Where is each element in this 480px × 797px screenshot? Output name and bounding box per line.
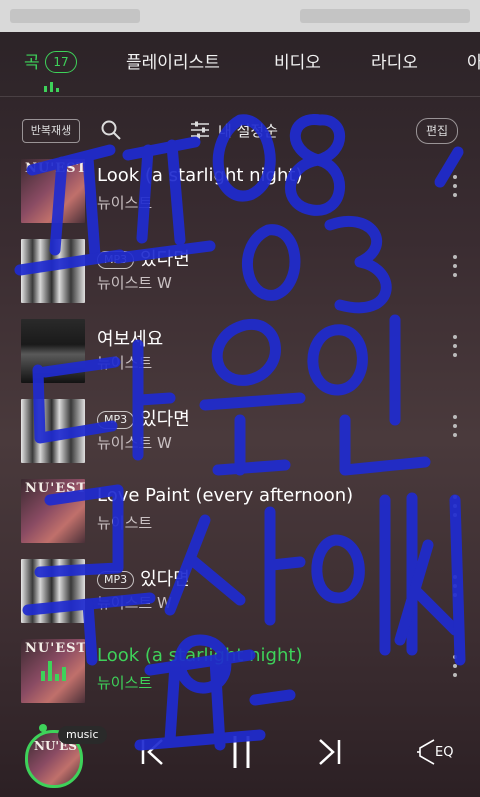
tab-playlists[interactable]: 플레이리스트 [126,48,220,73]
song-title: Look (a starlight night) [97,165,303,186]
album-art: NU'EST [21,159,85,223]
album-art [21,319,85,383]
music-chip: music [58,726,107,744]
song-row[interactable]: MP3 있다면 뉴이스트 W [0,392,480,472]
song-row-now-playing[interactable]: NU'EST Look (a starlight night) 뉴이스트 [0,632,480,712]
more-options-icon[interactable] [452,414,458,440]
mini-player: NU'EST music EQ [0,708,480,797]
song-count-badge: 17 [45,51,77,73]
sliders-icon [191,121,209,139]
status-bar [0,0,480,32]
song-row[interactable]: NU'EST Look (a starlight night) 뉴이스트 [0,152,480,232]
sort-settings-label: 내 설정순 [218,122,278,140]
song-artist: 뉴이스트 W [97,434,172,452]
more-options-icon[interactable] [452,174,458,200]
eq-button[interactable]: EQ [416,738,460,768]
more-options-icon[interactable] [452,574,458,600]
more-options-icon[interactable] [452,494,458,520]
song-artist: 뉴이스트 W [97,594,172,612]
song-title: Look (a starlight night) [97,645,303,666]
album-art: NU'EST [21,479,85,543]
eq-icon [417,739,435,765]
song-title: MP3 있다면 [97,565,190,591]
search-icon[interactable] [100,119,122,141]
album-art: NU'EST [21,639,85,703]
next-icon[interactable] [316,738,342,766]
play-pause-icon[interactable] [231,734,253,770]
song-row[interactable]: NU'EST Love Paint (every afternoon) 뉴이스트 [0,472,480,552]
tab-songs[interactable]: 곡 [24,48,40,73]
song-title: MP3 있다면 [97,405,190,431]
repeat-button[interactable]: 반복재생 [22,119,80,143]
eq-label: EQ [435,745,454,760]
mp3-badge: MP3 [97,411,135,429]
tab-bar: 곡 17 플레이리스트 비디오 라디오 아 [0,32,480,97]
song-row[interactable]: MP3 있다면 뉴이스트 W [0,232,480,312]
song-artist: 뉴이스트 [97,514,153,532]
song-artist: 뉴이스트 [97,194,153,212]
more-options-icon[interactable] [452,654,458,680]
album-art [21,399,85,463]
album-art [21,559,85,623]
list-toolbar: 반복재생 내 설정순 편집 [0,110,480,150]
song-title: MP3 있다면 [97,245,190,271]
song-artist: 뉴이스트 W [97,274,172,292]
status-icons-left [10,9,140,23]
mp3-badge: MP3 [97,571,135,589]
previous-icon[interactable] [140,738,166,766]
song-title: Love Paint (every afternoon) [97,485,354,506]
tab-videos[interactable]: 비디오 [274,48,321,73]
tab-radio[interactable]: 라디오 [371,48,418,73]
song-row[interactable]: 여보세요 뉴이스트 [0,312,480,392]
song-row[interactable]: MP3 있다면 뉴이스트 W [0,552,480,632]
edit-button[interactable]: 편집 [416,118,458,144]
song-artist: 뉴이스트 [97,354,153,372]
status-icons-right [300,9,470,23]
mp3-badge: MP3 [97,251,135,269]
song-artist: 뉴이스트 [97,674,153,692]
tab-more-cut[interactable]: 아 [467,48,480,73]
now-playing-eq-icon [41,661,66,681]
more-options-icon[interactable] [452,334,458,360]
now-playing-indicator-icon [44,82,60,92]
album-art [21,239,85,303]
playing-dot [39,724,47,732]
song-title: 여보세요 [97,329,164,350]
more-options-icon[interactable] [452,254,458,280]
